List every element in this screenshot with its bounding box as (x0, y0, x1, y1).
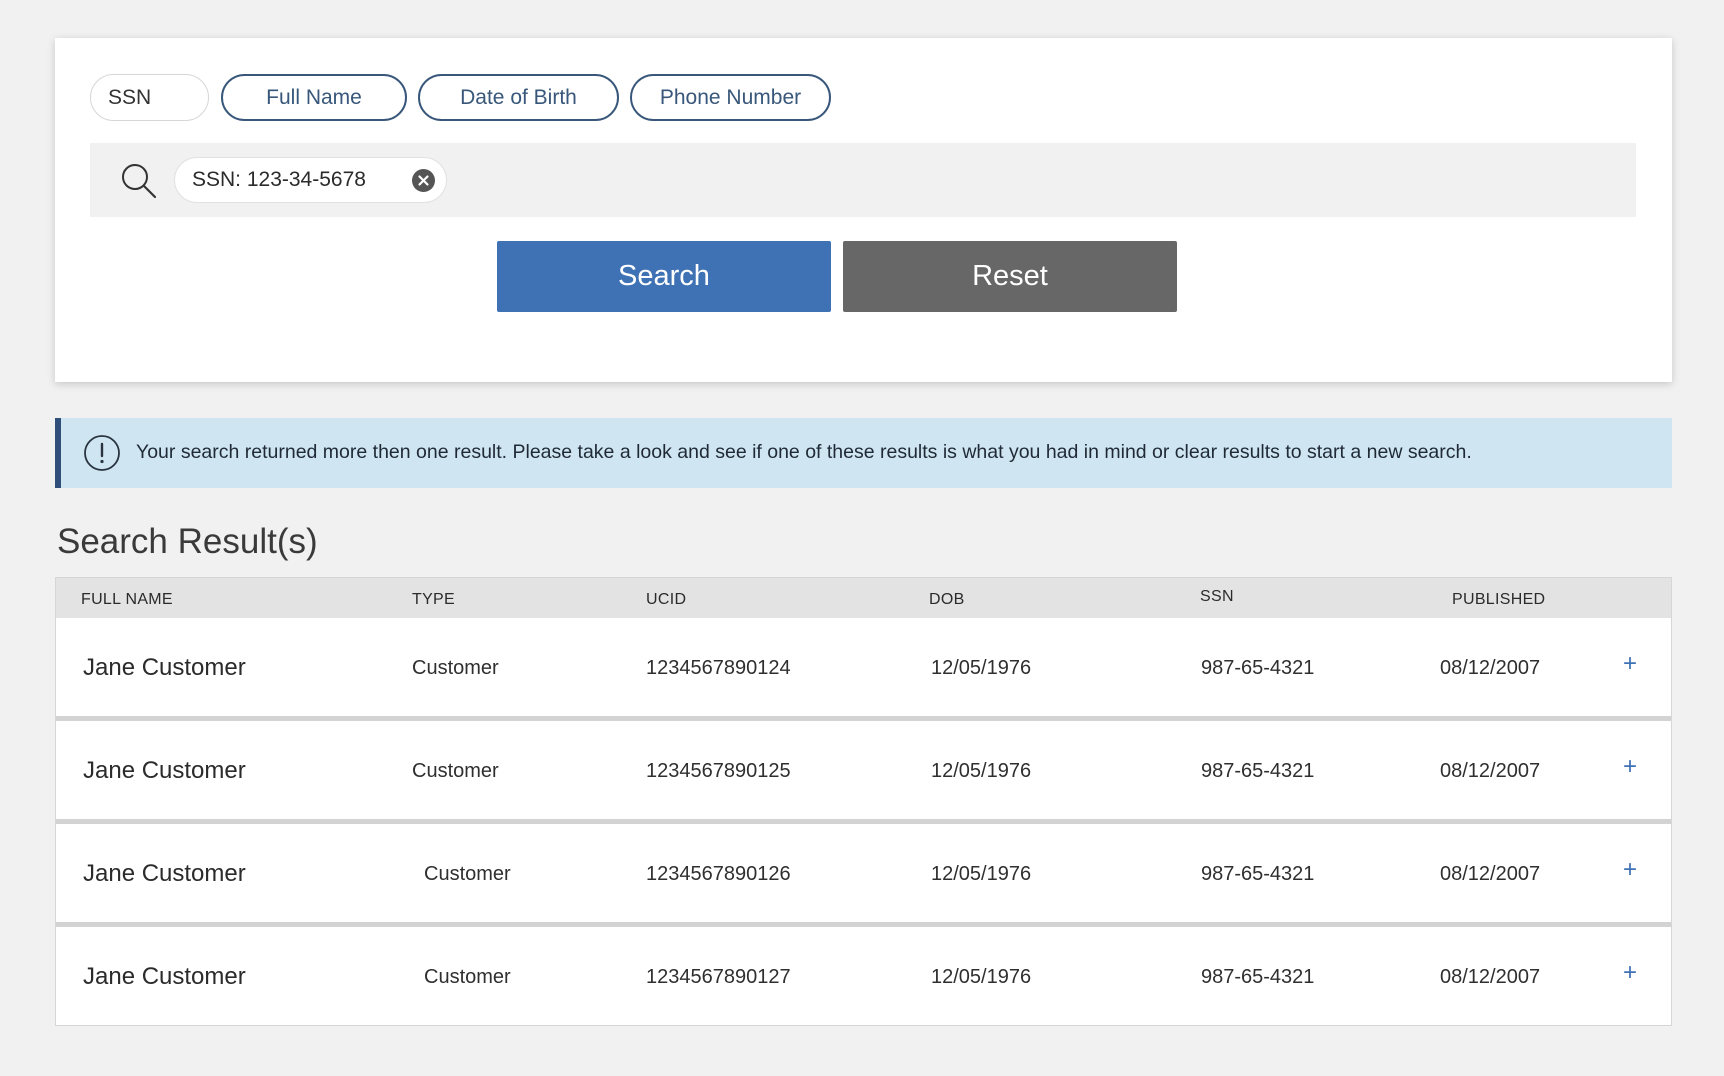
results-table: FULL NAME TYPE UCID DOB SSN PUBLISHED Ja… (55, 577, 1672, 1026)
filter-chip-phone-number[interactable]: Phone Number (630, 74, 831, 121)
info-alert: Your search returned more then one resul… (55, 418, 1672, 488)
search-icon (122, 164, 157, 199)
row-ucid: 1234567890127 (646, 966, 791, 988)
search-button[interactable]: Search (497, 241, 831, 312)
plus-icon[interactable]: + (1623, 650, 1637, 678)
row-type: Customer (412, 760, 499, 782)
reset-button[interactable]: Reset (843, 241, 1177, 312)
table-row[interactable]: Jane Customer Customer 1234567890127 12/… (56, 927, 1671, 1025)
row-published: 08/12/2007 (1440, 966, 1541, 988)
row-ssn: 987-65-4321 (1201, 863, 1315, 885)
row-dob: 12/05/1976 (931, 966, 1032, 988)
row-full-name: Jane Customer (83, 757, 246, 784)
row-published: 08/12/2007 (1440, 863, 1541, 885)
plus-icon[interactable]: + (1623, 753, 1637, 781)
header-ssn[interactable]: SSN (1200, 588, 1234, 606)
row-full-name: Jane Customer (83, 654, 246, 681)
row-dob: 12/05/1976 (931, 657, 1032, 679)
row-ucid: 1234567890126 (646, 863, 791, 885)
alert-message: Your search returned more then one resul… (136, 441, 1472, 463)
plus-icon[interactable]: + (1623, 959, 1637, 987)
header-dob[interactable]: DOB (929, 591, 965, 609)
table-row[interactable]: Jane Customer Customer 1234567890126 12/… (56, 824, 1671, 922)
filter-chip-ssn[interactable]: SSN (90, 74, 209, 121)
table-header: FULL NAME TYPE UCID DOB SSN PUBLISHED (56, 578, 1671, 618)
table-row[interactable]: Jane Customer Customer 1234567890125 12/… (56, 721, 1671, 819)
row-type: Customer (412, 657, 499, 679)
row-ssn: 987-65-4321 (1201, 760, 1315, 782)
row-ucid: 1234567890125 (646, 760, 791, 782)
row-full-name: Jane Customer (83, 963, 246, 990)
header-ucid[interactable]: UCID (646, 591, 686, 609)
row-published: 08/12/2007 (1440, 760, 1541, 782)
row-ssn: 987-65-4321 (1201, 657, 1315, 679)
row-full-name: Jane Customer (83, 860, 246, 887)
header-type[interactable]: TYPE (412, 591, 455, 609)
plus-icon[interactable]: + (1623, 856, 1637, 884)
row-type: Customer (424, 863, 511, 885)
header-full-name[interactable]: FULL NAME (81, 591, 173, 609)
search-token: SSN: 123-34-5678 (174, 157, 447, 203)
results-title: Search Result(s) (57, 522, 318, 561)
search-panel: SSN Full Name Date of Birth Phone Number… (55, 38, 1672, 382)
row-type: Customer (424, 966, 511, 988)
filter-chip-full-name[interactable]: Full Name (221, 74, 407, 121)
row-ucid: 1234567890124 (646, 657, 791, 679)
row-dob: 12/05/1976 (931, 863, 1032, 885)
search-token-label: SSN: 123-34-5678 (192, 168, 366, 191)
filter-chip-date-of-birth[interactable]: Date of Birth (418, 74, 619, 121)
table-row[interactable]: Jane Customer Customer 1234567890124 12/… (56, 618, 1671, 716)
header-published[interactable]: PUBLISHED (1452, 591, 1545, 609)
search-input[interactable]: SSN: 123-34-5678 (90, 143, 1636, 217)
info-icon (84, 435, 120, 471)
row-published: 08/12/2007 (1440, 657, 1541, 679)
row-dob: 12/05/1976 (931, 760, 1032, 782)
row-ssn: 987-65-4321 (1201, 966, 1315, 988)
close-circle-icon[interactable] (412, 169, 435, 192)
